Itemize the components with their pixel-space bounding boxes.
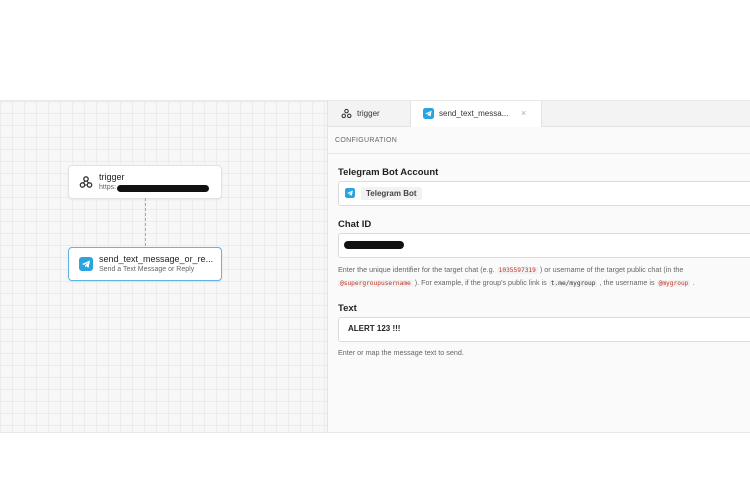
- app-window: trigger https: send_text_message_or_re..…: [0, 100, 750, 433]
- divider: [328, 153, 750, 154]
- redacted-url: [117, 185, 209, 192]
- text-label: Text: [338, 303, 357, 314]
- bot-account-select[interactable]: Telegram Bot: [338, 181, 750, 206]
- webhook-icon: [341, 108, 352, 119]
- chat-id-input[interactable]: [338, 233, 750, 258]
- webhook-icon: [79, 176, 93, 188]
- text-input-value: ALERT 123 !!!: [348, 324, 401, 333]
- node-subtitle: Send a Text Message or Reply: [99, 266, 195, 273]
- redacted-chat-id: [344, 241, 404, 249]
- text-help: Enter or map the message text to send.: [338, 348, 464, 357]
- telegram-icon: [345, 188, 355, 198]
- text-input[interactable]: ALERT 123 !!!: [338, 317, 750, 342]
- close-icon[interactable]: ×: [521, 108, 526, 118]
- bot-account-label: Telegram Bot Account: [338, 167, 439, 178]
- node-connector: [145, 198, 146, 246]
- chat-id-label: Chat ID: [338, 219, 372, 230]
- tab-label: send_text_messa...: [439, 109, 509, 118]
- tab-send-text-message[interactable]: send_text_messa... ×: [410, 101, 542, 127]
- tab-bar: trigger send_text_messa... ×: [328, 101, 750, 127]
- tab-trigger[interactable]: trigger: [328, 101, 408, 126]
- section-heading: CONFIGURATION: [335, 137, 398, 144]
- node-title: trigger: [99, 172, 125, 182]
- telegram-icon: [423, 108, 434, 119]
- node-title: send_text_message_or_re...: [99, 254, 214, 264]
- node-subtitle: https:: [99, 184, 117, 191]
- workflow-canvas[interactable]: trigger https: send_text_message_or_re..…: [0, 101, 328, 432]
- chat-id-help-line2: @supergroupusername ). For example, if t…: [338, 278, 695, 287]
- bot-account-value: Telegram Bot: [361, 187, 422, 200]
- config-panel: trigger send_text_messa... × CONFIGURATI…: [328, 101, 750, 432]
- send-message-node[interactable]: send_text_message_or_re... Send a Text M…: [68, 247, 222, 281]
- chat-id-help-line1: Enter the unique identifier for the targ…: [338, 265, 684, 274]
- tab-label: trigger: [357, 109, 380, 118]
- trigger-node[interactable]: trigger https:: [68, 165, 222, 199]
- telegram-icon: [79, 257, 93, 271]
